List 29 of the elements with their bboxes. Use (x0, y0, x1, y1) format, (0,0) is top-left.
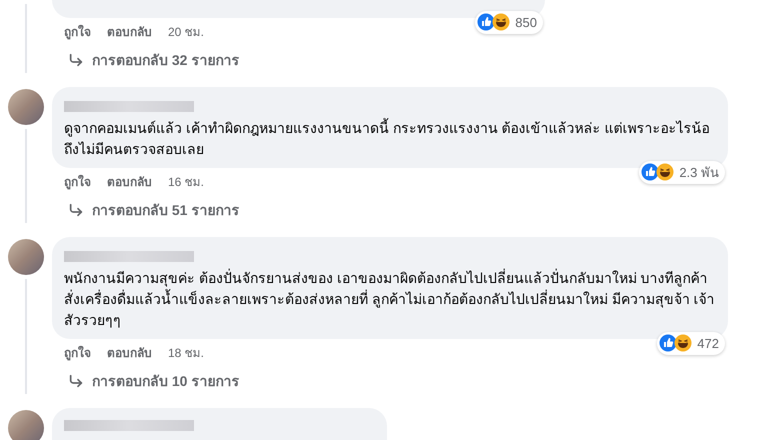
reply-arrow-icon (68, 52, 84, 68)
comment-time[interactable]: 16 ชม. (168, 173, 204, 191)
comment-time[interactable]: 20 ชม. (168, 23, 204, 41)
reaction-count: 850 (515, 14, 537, 32)
view-replies-link[interactable]: การตอบกลับ 51 รายการ (52, 195, 728, 225)
like-reaction-icon (477, 13, 512, 32)
like-reaction-icon (659, 334, 694, 352)
reaction-count: 2.3 พัน (679, 164, 719, 182)
reaction-badge[interactable]: 850 (475, 10, 543, 34)
reply-arrow-icon (68, 373, 84, 389)
reaction-badge[interactable]: 2.3 พัน (639, 160, 725, 184)
comment-text: ดูจากคอมเมนต์แล้ว เค้าทำผิดกฎหมายแรงงานขนาดนี้ กระทรวงแรงงาน ต้องเข้าแล้วหล่ะ แต่เพราะอะไรน้อ ถึงไม่มีคนตรวจสอบเลย (64, 118, 711, 159)
like-link[interactable]: ถูกใจ (64, 344, 91, 362)
reply-link[interactable]: ตอบกลับ (107, 344, 152, 362)
reply-link[interactable]: ตอบกลับ (107, 173, 152, 191)
like-link[interactable]: ถูกใจ (64, 173, 91, 191)
reaction-badge[interactable]: 472 (657, 332, 725, 355)
comment-text: พนักงานมีความสุขค่ะ ต้องปั่นจักรยานส่งของ เอาของมาผิดต้องกลับไปเปลี่ยนแล้วปั่นกลับมาใหม่ บางทีลูกค้าสั่งเครื่องดื่มแล้วน้ำแข็งละลายเพราะต้องส่งหลายที่ ลูกค้าไม่เอาก้อต้องกลับไปเปลี่ยนมาใหม่ มีความสุขจ้า เจ้าสัวรวยๆๆ (64, 268, 716, 330)
view-replies-link[interactable]: การตอบกลับ 10 รายการ (52, 366, 728, 396)
comment-time[interactable]: 18 ชม. (168, 344, 204, 362)
view-replies-link[interactable]: การตอบกลับ 32 รายการ (52, 45, 545, 75)
reply-arrow-icon (68, 202, 84, 218)
reply-link[interactable]: ตอบกลับ (107, 23, 152, 41)
avatar-placeholder[interactable] (8, 89, 44, 125)
reaction-count: 472 (697, 334, 719, 352)
like-reaction-icon (641, 163, 676, 182)
avatar-placeholder[interactable] (8, 410, 44, 440)
like-link[interactable]: ถูกใจ (64, 23, 91, 41)
avatar-placeholder[interactable] (8, 239, 44, 275)
